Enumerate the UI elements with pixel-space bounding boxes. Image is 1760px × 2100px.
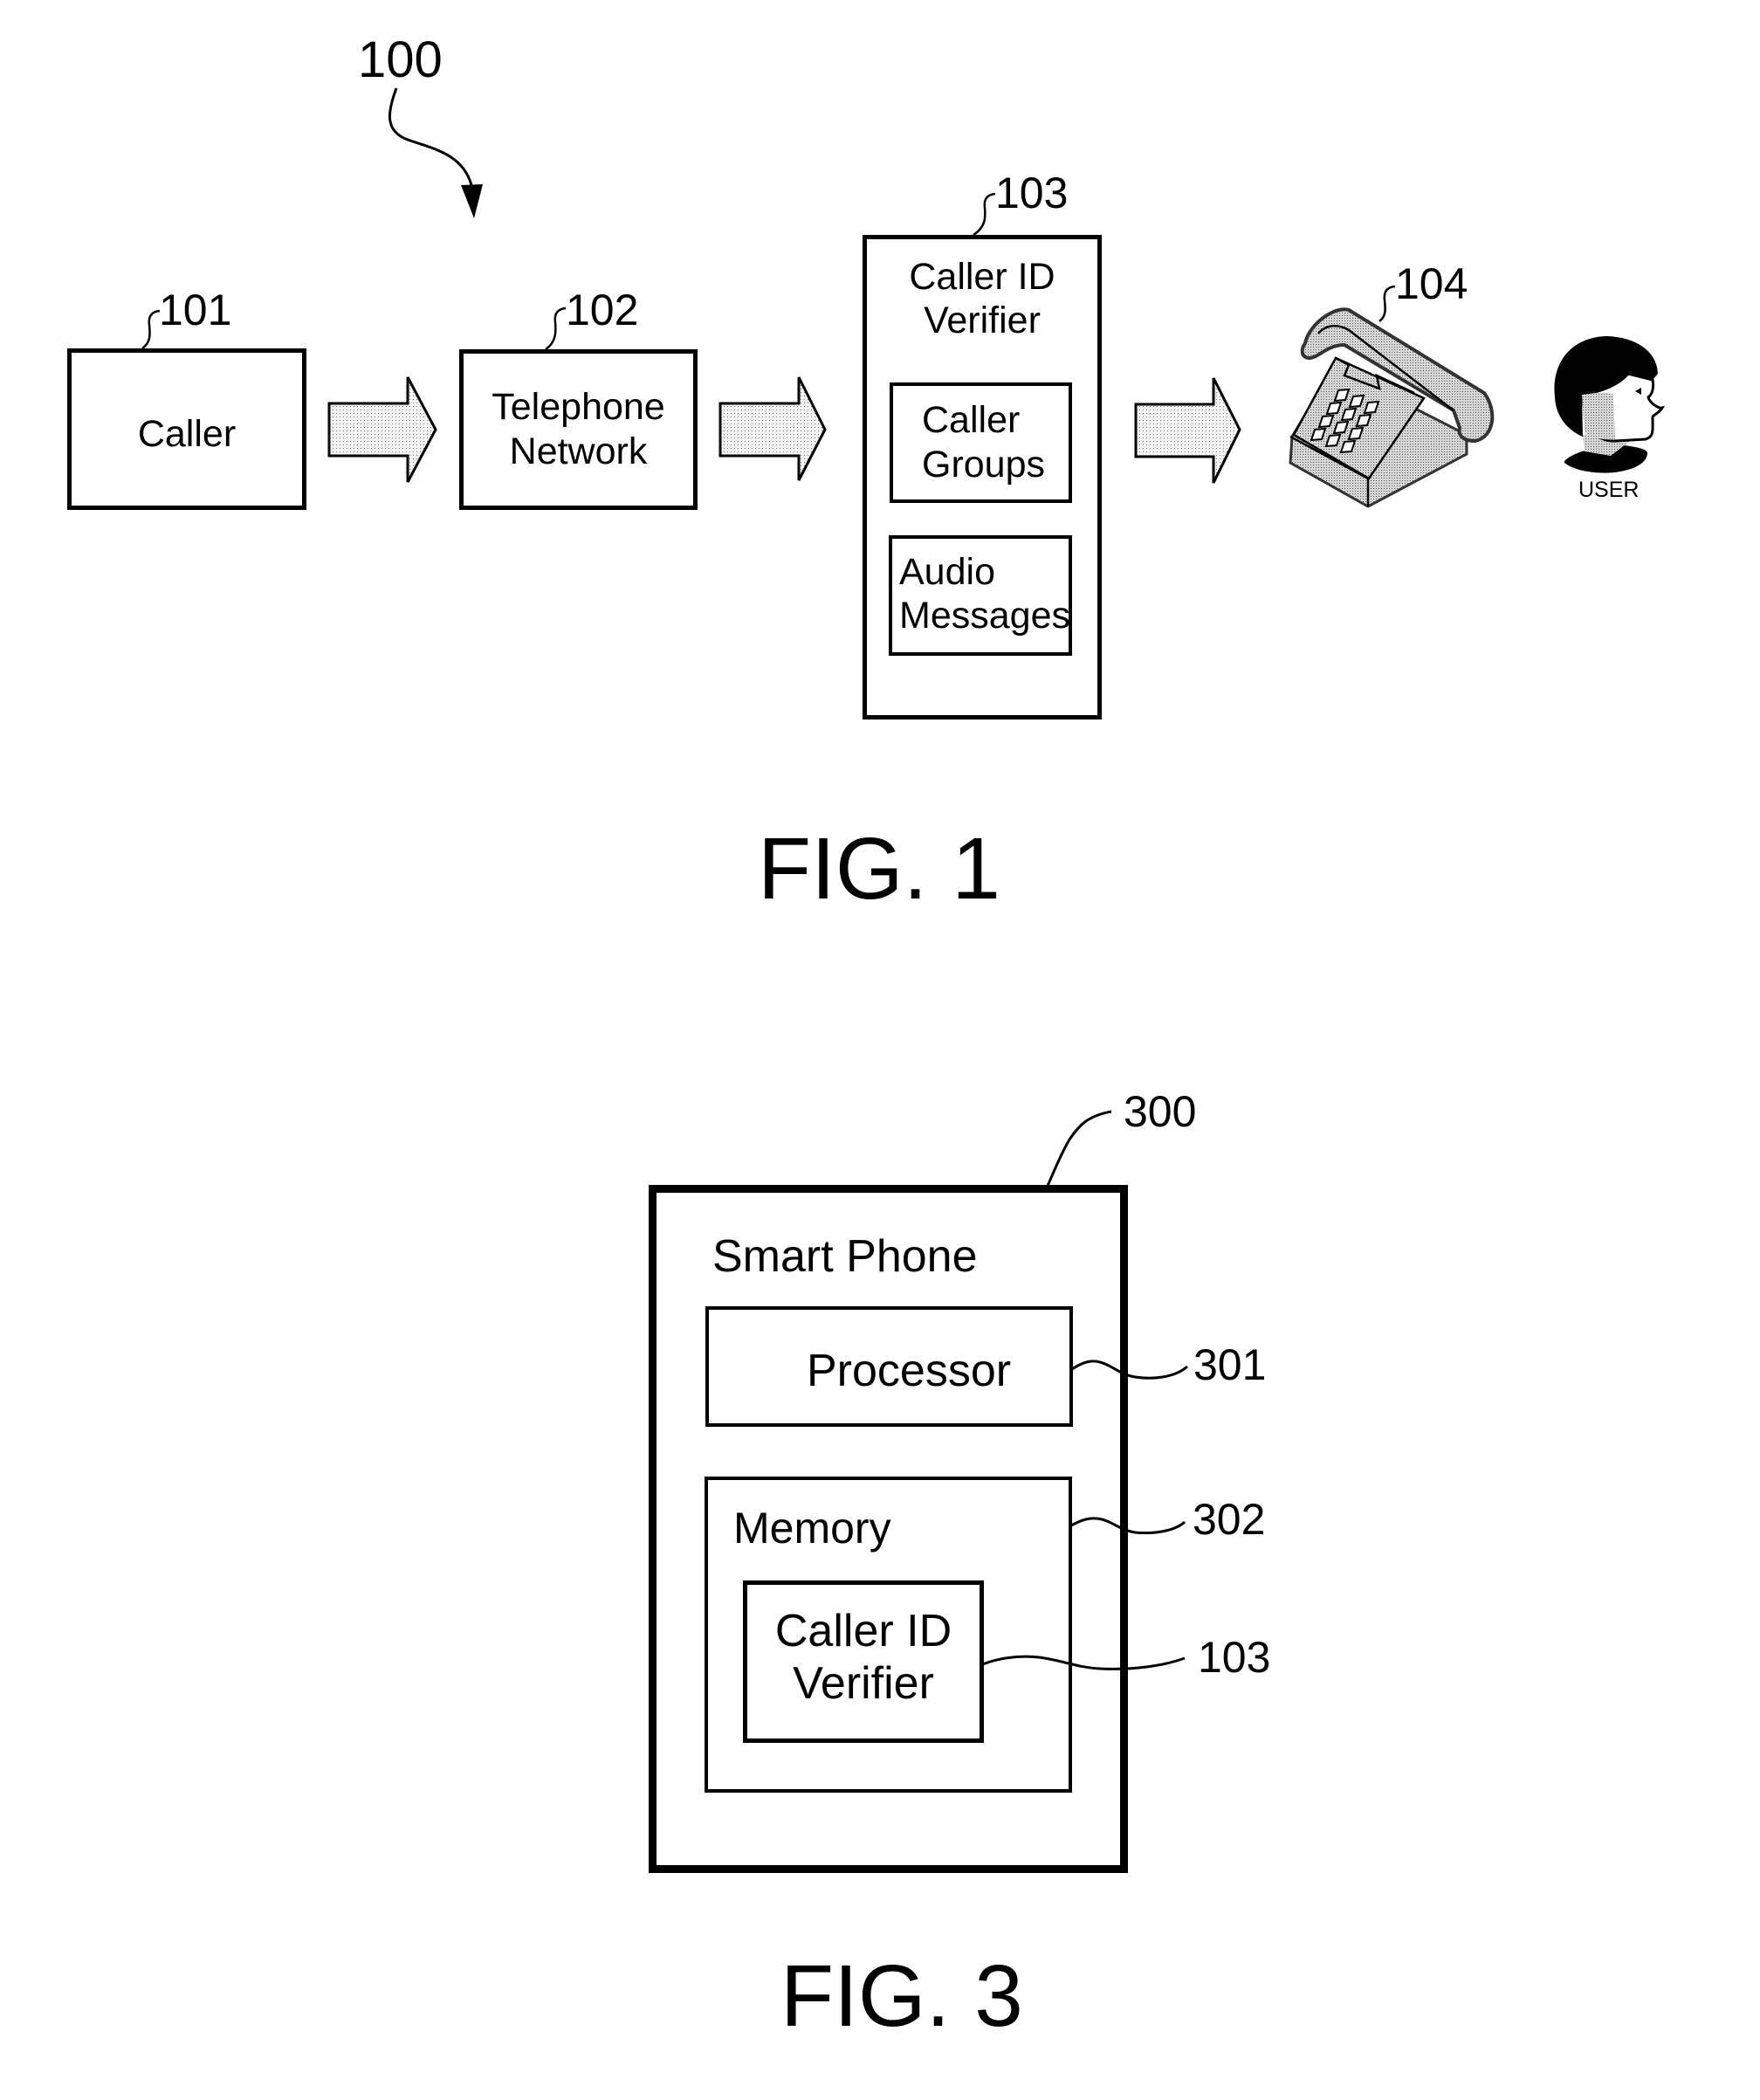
figure-3: 300 Smart Phone Processor Memory Caller … — [0, 1004, 1760, 2100]
telephone-network-label-line2: Network — [509, 430, 648, 472]
ref-numeral-100: 100 — [358, 31, 443, 88]
caller-id-verifier-module-box: Caller ID Verifier — [743, 1580, 984, 1743]
ref-numeral-104: 104 — [1395, 259, 1468, 308]
telephone-network-label-line1: Telephone — [492, 386, 665, 428]
caller-groups-label-line2: Groups — [922, 444, 1046, 485]
audio-messages-label-line2: Messages — [899, 595, 1070, 637]
figure-1: 100 101 Caller 102 Telephone Network 103… — [0, 0, 1760, 960]
memory-box: Memory Caller ID Verifier — [705, 1477, 1072, 1793]
caller-id-verifier-box: Caller ID Verifier Caller Groups Audio M… — [863, 235, 1102, 720]
ref-numeral-101: 101 — [159, 286, 232, 334]
ref-numeral-102: 102 — [566, 286, 639, 334]
ref-numeral-103: 103 — [995, 169, 1069, 217]
telephone-network-box: Telephone Network — [459, 349, 698, 510]
audio-messages-label-line1: Audio — [899, 551, 995, 593]
caller-label: Caller — [137, 413, 237, 455]
figure-3-caption: FIG. 3 — [780, 1947, 1023, 2045]
smart-phone-box: Smart Phone Processor Memory Caller ID V… — [649, 1185, 1128, 1873]
caller-groups-box: Caller Groups — [890, 382, 1072, 503]
ref-numeral-302: 302 — [1193, 1495, 1266, 1544]
memory-label: Memory — [733, 1504, 891, 1553]
caller-id-verifier-label-line1: Caller ID — [909, 256, 1055, 298]
ref-numeral-300: 300 — [1124, 1087, 1197, 1136]
smart-phone-label: Smart Phone — [712, 1231, 978, 1282]
caller-id-verifier-label-line2: Verifier — [924, 300, 1041, 341]
ref-numeral-301: 301 — [1193, 1340, 1267, 1389]
figure-1-caption: FIG. 1 — [758, 820, 1000, 918]
processor-box: Processor — [705, 1306, 1073, 1427]
caller-box: Caller — [67, 348, 306, 510]
processor-label: Processor — [807, 1346, 1012, 1396]
user-label: USER — [1578, 478, 1640, 502]
caller-id-verifier-module-label-line1: Caller ID — [774, 1606, 952, 1656]
caller-id-verifier-module-label-line2: Verifier — [793, 1658, 934, 1709]
caller-groups-label-line1: Caller — [922, 399, 1021, 441]
ref-numeral-103-fig3: 103 — [1198, 1633, 1271, 1682]
audio-messages-box: Audio Messages — [889, 535, 1072, 656]
